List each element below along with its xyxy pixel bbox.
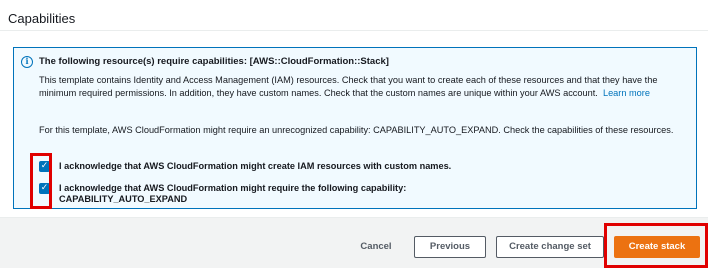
ack-auto-expand-label[interactable]: I acknowledge that AWS CloudFormation mi… — [59, 183, 406, 205]
ack-iam-row[interactable]: ✓ I acknowledge that AWS CloudFormation … — [39, 161, 451, 172]
previous-button[interactable]: Previous — [414, 236, 486, 258]
info-icon: i — [21, 56, 33, 68]
learn-more-link[interactable]: Learn more — [603, 88, 650, 98]
section-title: Capabilities — [8, 11, 76, 26]
ack-iam-label[interactable]: I acknowledge that AWS CloudFormation mi… — [59, 161, 451, 172]
capability-note: For this template, AWS CloudFormation mi… — [39, 125, 674, 135]
divider — [0, 30, 708, 31]
highlight-create-stack — [604, 223, 708, 268]
ack-auto-expand-line1: I acknowledge that AWS CloudFormation mi… — [59, 183, 407, 193]
alert-description-text: This template contains Identity and Acce… — [39, 75, 658, 98]
alert-title: The following resource(s) require capabi… — [39, 56, 389, 67]
ack-auto-expand-row[interactable]: ✓ I acknowledge that AWS CloudFormation … — [39, 183, 406, 205]
create-change-set-button[interactable]: Create change set — [496, 236, 604, 258]
cancel-button[interactable]: Cancel — [351, 236, 401, 258]
capabilities-panel: Capabilities i The following resource(s)… — [0, 0, 708, 218]
highlight-checkboxes — [30, 153, 52, 209]
ack-auto-expand-line2: CAPABILITY_AUTO_EXPAND — [59, 194, 188, 204]
alert-description: This template contains Identity and Acce… — [39, 74, 689, 100]
capabilities-alert: i The following resource(s) require capa… — [13, 47, 697, 209]
